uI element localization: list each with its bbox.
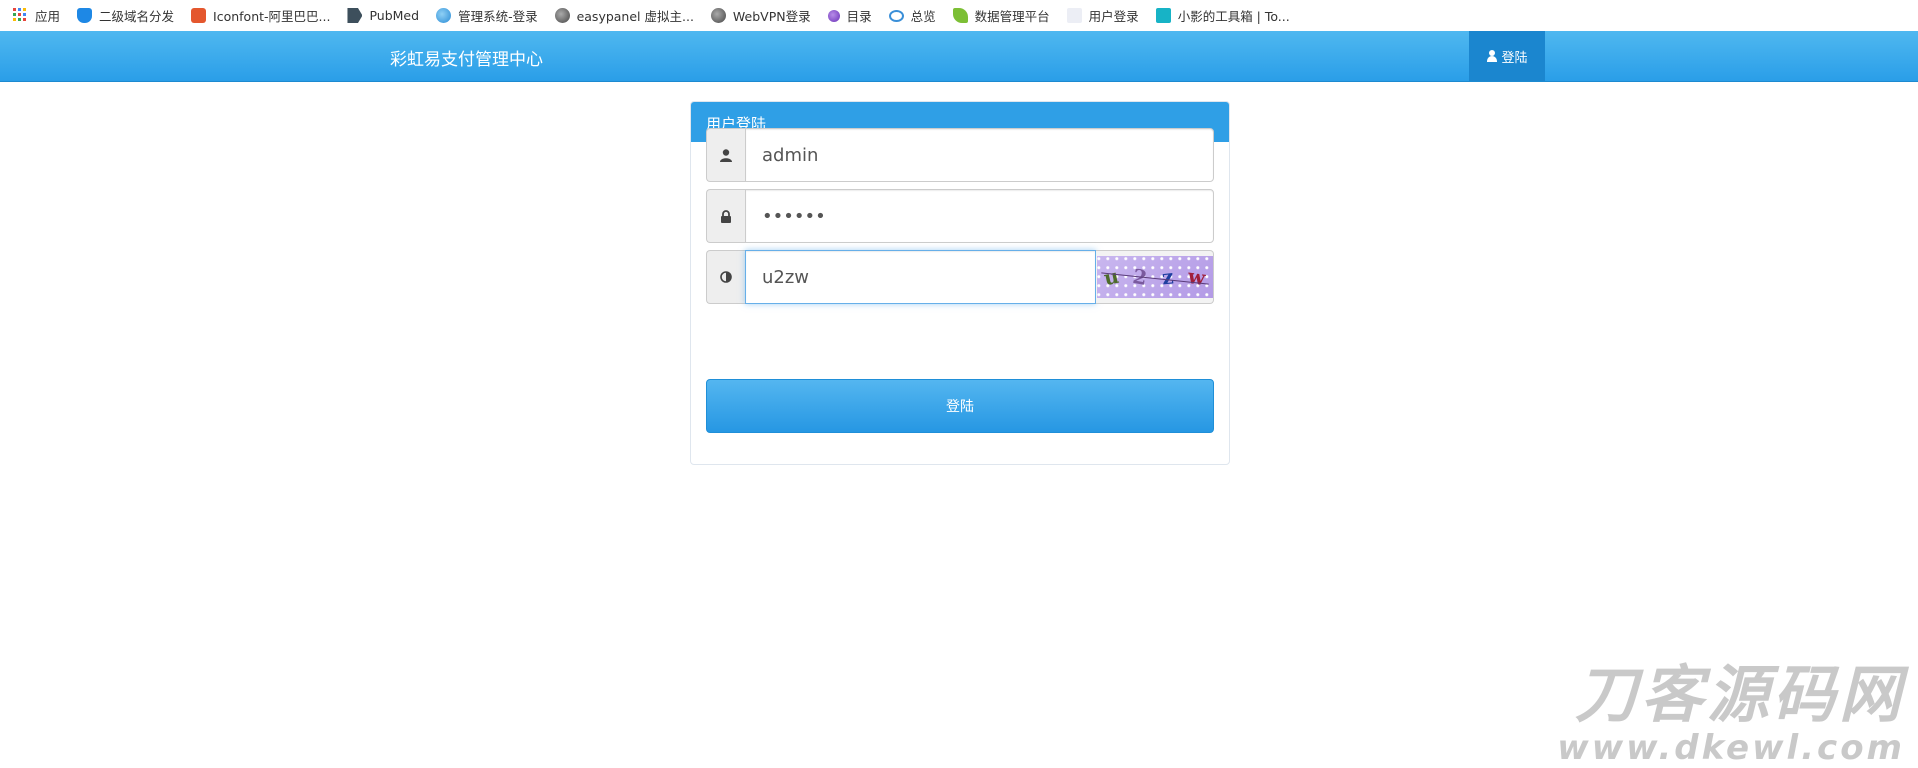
leaf-icon (952, 8, 968, 23)
username-input[interactable] (745, 128, 1214, 182)
captcha-picture: u 2 z w (1096, 256, 1213, 298)
bookmark-subdomain[interactable]: 二级域名分发 (77, 6, 174, 25)
bookmark-label: 用户登录 (1088, 9, 1139, 24)
brand-title[interactable]: 彩虹易支付管理中心 (390, 45, 543, 70)
bookmark-overview[interactable]: 总览 (888, 6, 936, 25)
blank-page-icon (1066, 8, 1082, 23)
bookmark-iconfont[interactable]: Iconfont-阿里巴巴... (191, 6, 330, 25)
watermark-title: 刀客源码网 (1574, 658, 1905, 731)
bookmark-label: 二级域名分发 (99, 9, 175, 24)
top-navbar: 彩虹易支付管理中心 登陆 (0, 31, 1918, 82)
pubmed-icon (347, 8, 363, 23)
bookmark-label: PubMed (369, 8, 420, 23)
bookmark-toolbox[interactable]: 小影的工具箱 | To... (1155, 6, 1290, 25)
captcha-input[interactable] (745, 250, 1096, 304)
shield-icon (77, 8, 93, 23)
watermark: 刀客源码网 www.dkewl.com (1535, 658, 1905, 768)
bookmark-easypanel[interactable]: easypanel 虚拟主... (554, 6, 694, 25)
bookmark-label: WebVPN登录 (732, 9, 811, 24)
apps-grid-icon (13, 8, 28, 23)
globe-icon (436, 8, 452, 23)
toolbox-icon (1155, 8, 1171, 23)
watermark-url: www.dkewl.com (1557, 728, 1905, 768)
password-input[interactable] (745, 189, 1214, 243)
bookmark-label: 应用 (35, 9, 61, 24)
bookmark-label: 总览 (910, 9, 936, 24)
username-group (706, 128, 1214, 182)
cloud-icon (888, 9, 904, 22)
half-circle-icon (706, 250, 745, 304)
purple-circle-icon (827, 9, 840, 22)
bookmark-label: easypanel 虚拟主... (576, 9, 694, 24)
login-submit-button[interactable]: 登陆 (706, 379, 1214, 433)
bookmark-label: 目录 (846, 9, 872, 24)
bookmark-user-login[interactable]: 用户登录 (1066, 6, 1139, 25)
globe-icon (710, 8, 726, 23)
iconfont-icon (191, 8, 207, 23)
bookmark-pubmed[interactable]: PubMed (347, 8, 419, 23)
bookmark-apps[interactable]: 应用 (13, 6, 60, 25)
bookmark-label: Iconfont-阿里巴巴... (213, 9, 331, 24)
nav-login-label: 登陆 (1501, 50, 1528, 66)
bookmark-label: 管理系统-登录 (458, 9, 538, 24)
captcha-group: u 2 z w (706, 250, 1214, 304)
globe-icon (554, 8, 570, 23)
bookmark-webvpn[interactable]: WebVPN登录 (710, 6, 811, 25)
login-panel: 用户登陆 u 2 z w 登陆 (690, 101, 1230, 465)
bookmark-data-platform[interactable]: 数据管理平台 (952, 6, 1050, 25)
bookmark-label: 小影的工具箱 | To... (1177, 9, 1290, 24)
user-icon (1486, 50, 1498, 62)
lock-icon (706, 189, 745, 243)
bookmark-directory[interactable]: 目录 (827, 6, 872, 25)
nav-login-button[interactable]: 登陆 (1469, 31, 1545, 81)
bookmark-admin-login[interactable]: 管理系统-登录 (436, 6, 538, 25)
bookmark-label: 数据管理平台 (974, 9, 1050, 24)
user-icon (706, 128, 745, 182)
captcha-image[interactable]: u 2 z w (1096, 250, 1214, 304)
password-group (706, 189, 1214, 243)
bookmarks-bar: 应用 二级域名分发 Iconfont-阿里巴巴... PubMed 管理系统-登… (0, 0, 1918, 31)
